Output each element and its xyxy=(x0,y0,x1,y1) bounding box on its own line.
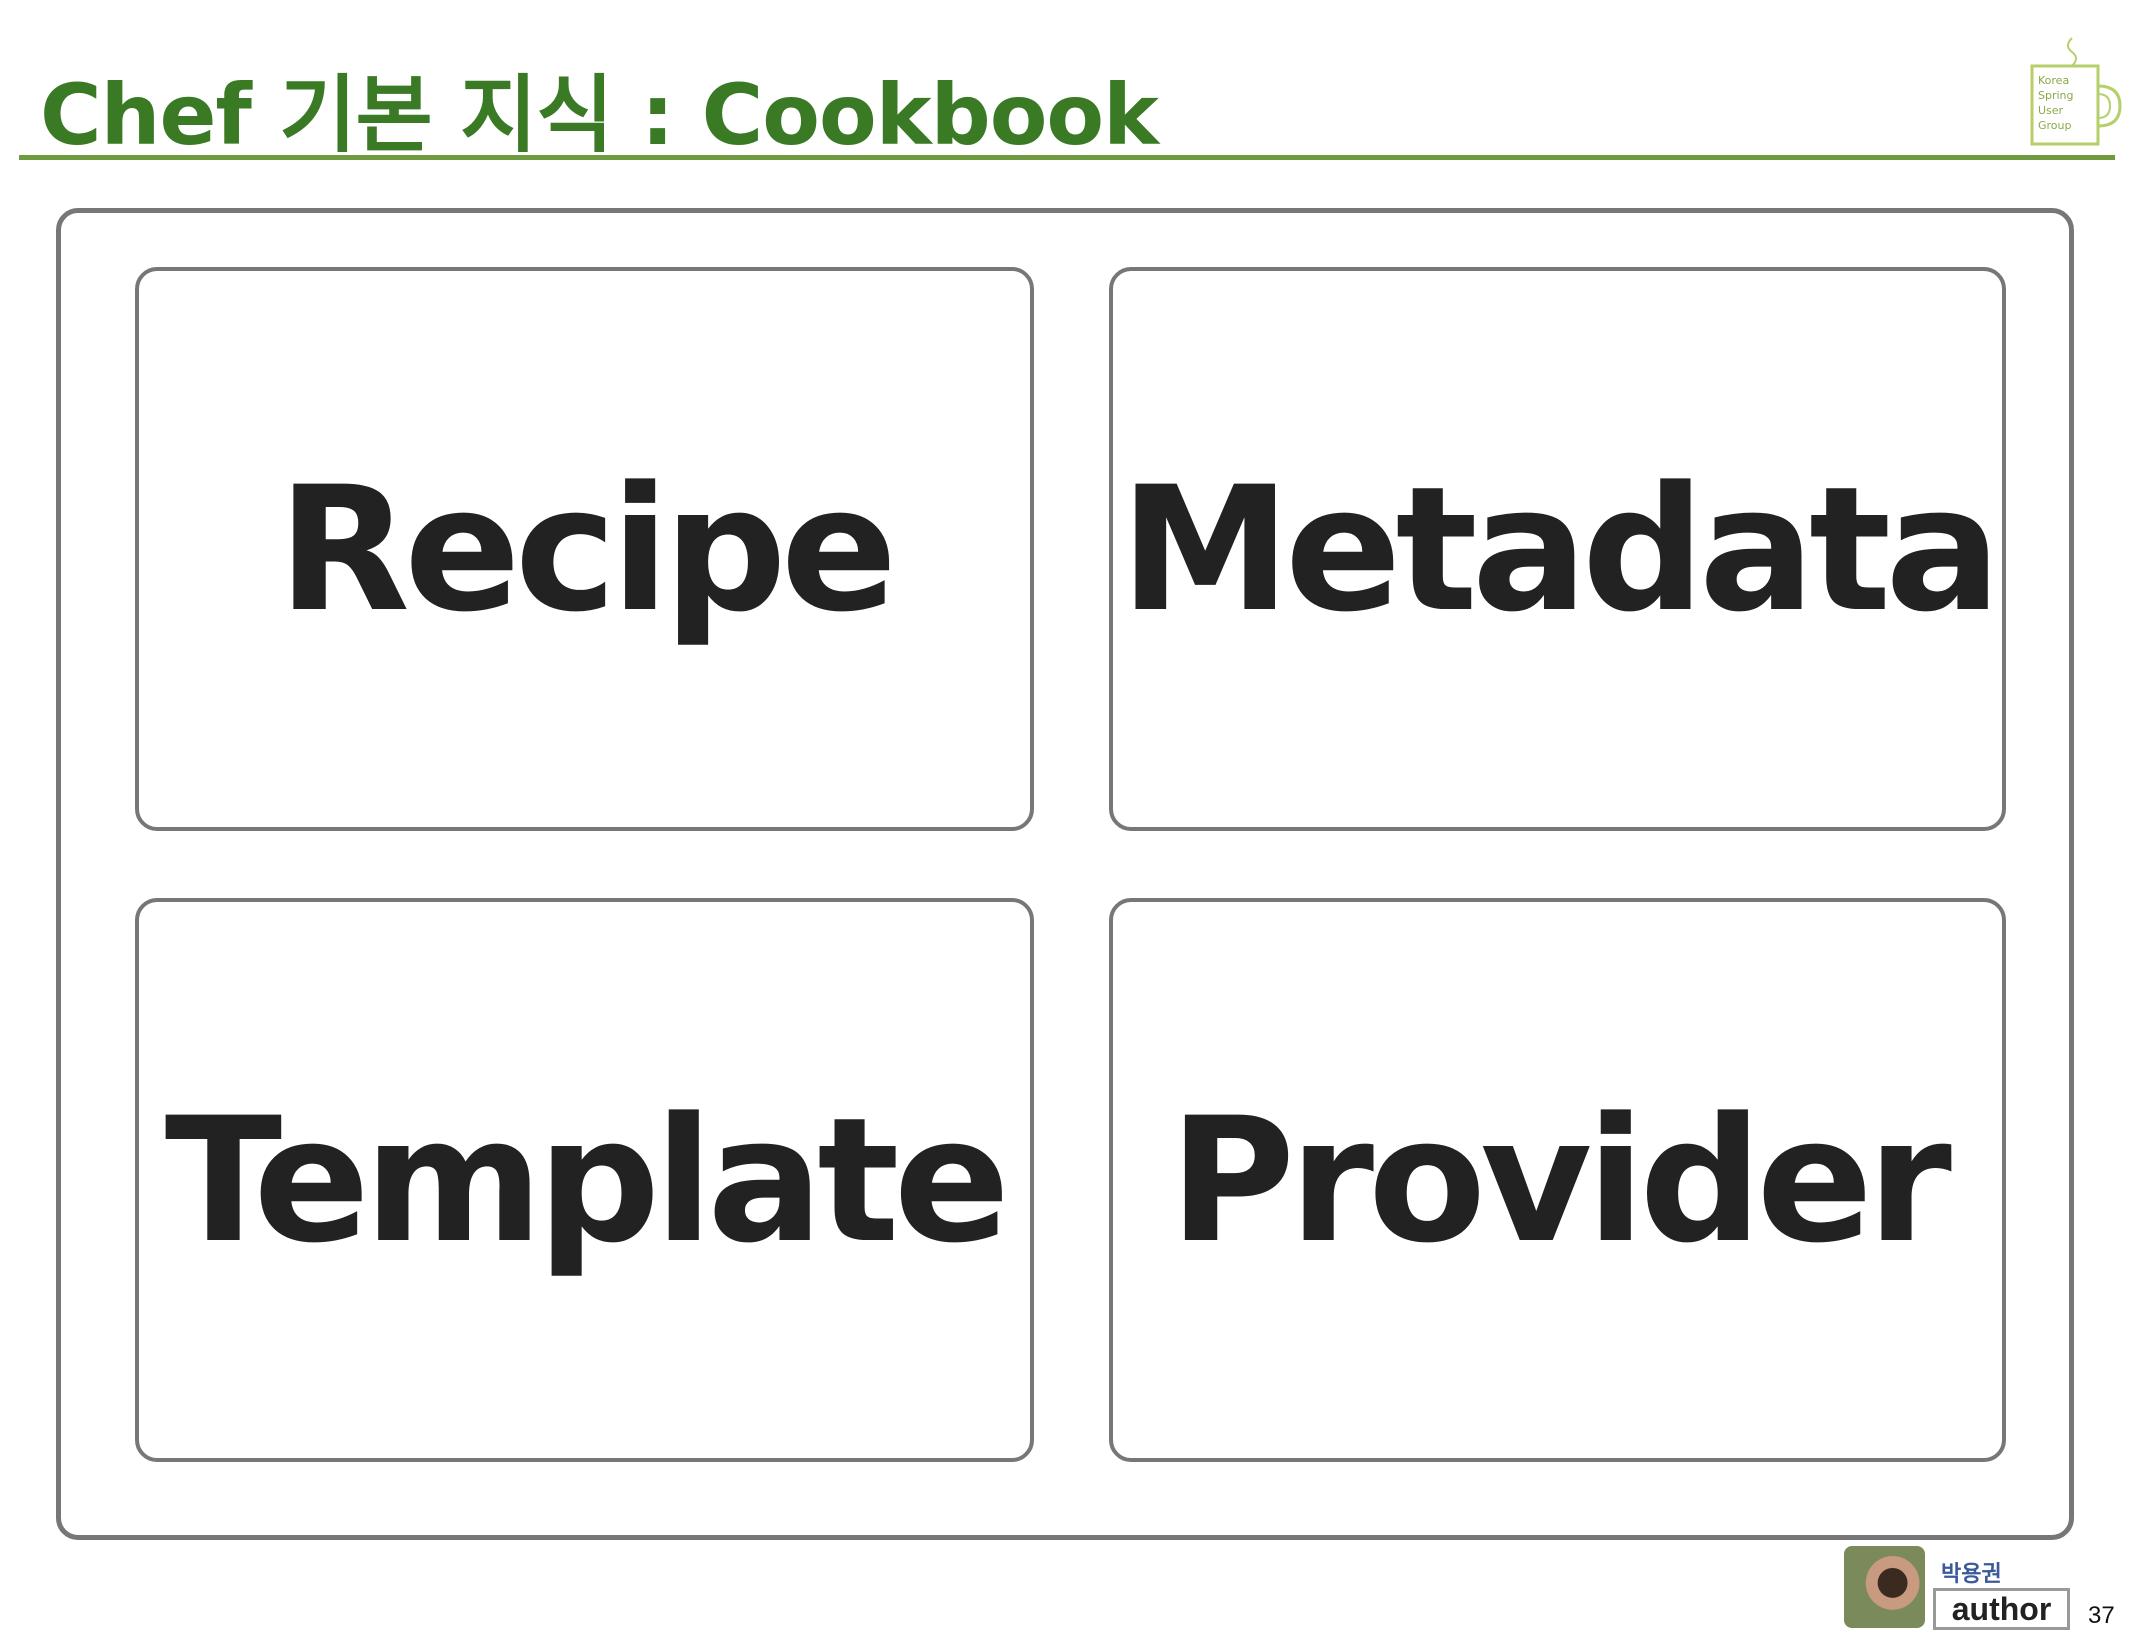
ksug-logo: Korea Spring User Group xyxy=(2030,37,2122,146)
page-number: 37 xyxy=(2088,1602,2115,1629)
svg-text:Group: Group xyxy=(2038,119,2072,132)
title-divider xyxy=(19,155,2115,160)
card-label: Template xyxy=(164,1079,1010,1281)
card-label: Metadata xyxy=(1119,448,2002,650)
svg-text:Spring: Spring xyxy=(2038,89,2074,102)
card-provider: Provider xyxy=(1109,898,2006,1462)
author-avatar xyxy=(1844,1546,1925,1628)
card-recipe: Recipe xyxy=(135,267,1034,831)
svg-text:User: User xyxy=(2038,104,2064,117)
card-metadata: Metadata xyxy=(1109,267,2006,831)
slide-title: Chef 기본 지식 : Cookbook xyxy=(40,66,1159,164)
slide: Chef 기본 지식 : Cookbook Korea Spring User … xyxy=(0,0,2133,1641)
author-label: author xyxy=(1933,1588,2070,1630)
svg-text:Korea: Korea xyxy=(2038,74,2069,87)
card-label: Recipe xyxy=(277,448,898,650)
card-label: Provider xyxy=(1169,1079,1952,1281)
author-name: 박용권 xyxy=(1941,1562,2002,1587)
card-template: Template xyxy=(135,898,1034,1462)
